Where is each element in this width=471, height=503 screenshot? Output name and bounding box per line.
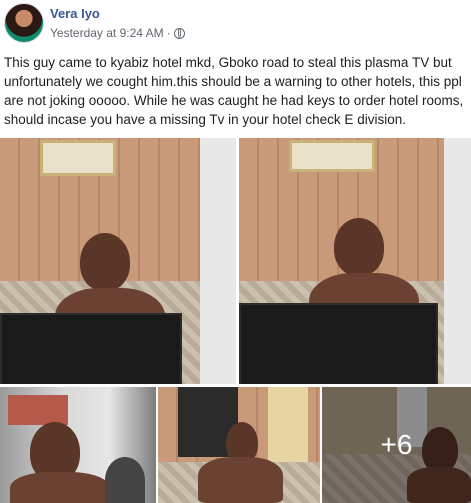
post-text: This guy came to kyabiz hotel mkd, Gboko…	[4, 55, 464, 127]
post-meta: Yesterday at 9:24 AM ·	[50, 26, 185, 40]
timestamp[interactable]: Yesterday at 9:24 AM	[50, 26, 164, 40]
author-name[interactable]: Vera Iyo	[50, 6, 100, 21]
photo-5-more[interactable]: +6	[322, 387, 471, 503]
post-header: Vera Iyo Yesterday at 9:24 AM ·	[0, 0, 471, 48]
more-photos-count: +6	[380, 429, 413, 460]
more-photos-overlay[interactable]: +6	[322, 387, 471, 503]
meta-separator: ·	[166, 26, 171, 40]
photo-4[interactable]	[158, 387, 320, 503]
photo-3[interactable]	[0, 387, 156, 503]
photo-2[interactable]	[239, 138, 471, 384]
avatar[interactable]	[4, 3, 44, 43]
globe-icon[interactable]	[173, 27, 185, 39]
photo-1[interactable]	[0, 138, 236, 384]
